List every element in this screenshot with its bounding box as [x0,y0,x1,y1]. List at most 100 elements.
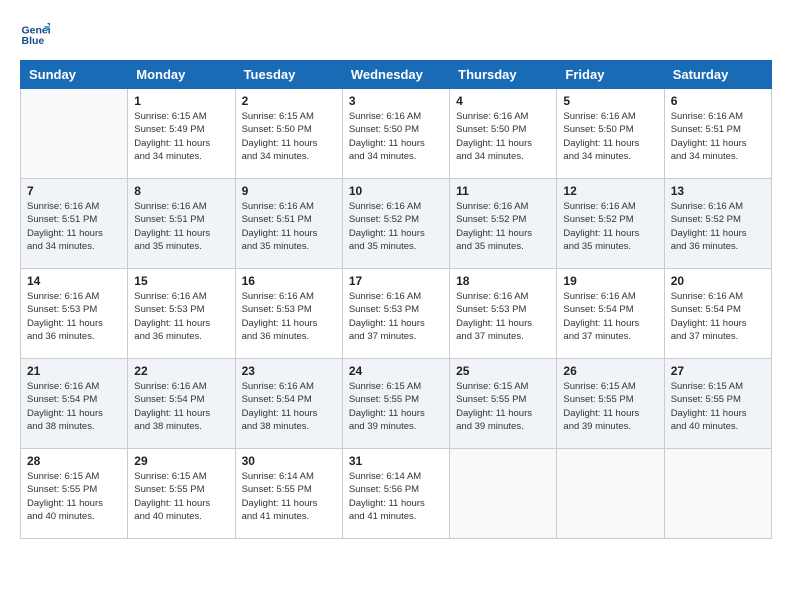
calendar-day-cell: 19Sunrise: 6:16 AM Sunset: 5:54 PM Dayli… [557,269,664,359]
calendar-day-cell: 14Sunrise: 6:16 AM Sunset: 5:53 PM Dayli… [21,269,128,359]
calendar-week-row: 7 Sunrise: 6:16 AM Sunset: 5:51 PM Daylig… [21,179,772,269]
day-number: 25 [456,364,550,378]
day-info: Sunrise: 6:16 AM Sunset: 5:54 PM Dayligh… [671,290,765,343]
day-number: 24 [349,364,443,378]
day-number: 14 [27,274,121,288]
day-info: Sunrise: 6:16 AM Sunset: 5:52 PM Dayligh… [349,200,443,253]
day-info: Sunrise: 6:16 AM Sunset: 5:54 PM Dayligh… [27,380,121,433]
day-number: 23 [242,364,336,378]
day-of-week-header: Saturday [664,61,771,89]
page-header: General Blue [20,20,772,50]
day-number: 16 [242,274,336,288]
calendar-day-cell [450,449,557,539]
day-number: 8 [134,184,228,198]
calendar-day-cell: 8 Sunrise: 6:16 AM Sunset: 5:51 PM Daylig… [128,179,235,269]
day-info: Sunrise: 6:16 AM Sunset: 5:52 PM Dayligh… [456,200,550,253]
day-info: Sunrise: 6:16 AM Sunset: 5:51 PM Dayligh… [242,200,336,253]
calendar-day-cell: 16Sunrise: 6:16 AM Sunset: 5:53 PM Dayli… [235,269,342,359]
calendar-day-cell: 3 Sunrise: 6:16 AM Sunset: 5:50 PM Daylig… [342,89,449,179]
calendar-day-cell: 20 Sunrise: 6:16 AM Sunset: 5:54 PM Dayli… [664,269,771,359]
day-number: 10 [349,184,443,198]
calendar-day-cell: 28 Sunrise: 6:15 AM Sunset: 5:55 PM Dayli… [21,449,128,539]
day-info: Sunrise: 6:16 AM Sunset: 5:51 PM Dayligh… [134,200,228,253]
day-info: Sunrise: 6:16 AM Sunset: 5:50 PM Dayligh… [563,110,657,163]
day-number: 4 [456,94,550,108]
calendar-day-cell [21,89,128,179]
calendar-day-cell: 13 Sunrise: 6:16 AM Sunset: 5:52 PM Dayli… [664,179,771,269]
day-number: 15 [134,274,228,288]
day-of-week-header: Sunday [21,61,128,89]
day-number: 6 [671,94,765,108]
day-number: 31 [349,454,443,468]
day-number: 26 [563,364,657,378]
day-number: 29 [134,454,228,468]
logo: General Blue [20,20,54,50]
calendar-day-cell: 6 Sunrise: 6:16 AM Sunset: 5:51 PM Daylig… [664,89,771,179]
calendar-day-cell: 24 Sunrise: 6:15 AM Sunset: 5:55 PM Dayli… [342,359,449,449]
day-info: Sunrise: 6:14 AM Sunset: 5:56 PM Dayligh… [349,470,443,523]
day-number: 22 [134,364,228,378]
day-of-week-header: Monday [128,61,235,89]
calendar-day-cell: 22 Sunrise: 6:16 AM Sunset: 5:54 PM Dayli… [128,359,235,449]
calendar-day-cell: 5Sunrise: 6:16 AM Sunset: 5:50 PM Daylig… [557,89,664,179]
day-info: Sunrise: 6:16 AM Sunset: 5:52 PM Dayligh… [671,200,765,253]
calendar-day-cell: 23 Sunrise: 6:16 AM Sunset: 5:54 PM Dayli… [235,359,342,449]
day-info: Sunrise: 6:16 AM Sunset: 5:53 PM Dayligh… [456,290,550,343]
day-number: 20 [671,274,765,288]
day-info: Sunrise: 6:16 AM Sunset: 5:51 PM Dayligh… [671,110,765,163]
day-info: Sunrise: 6:14 AM Sunset: 5:55 PM Dayligh… [242,470,336,523]
day-number: 27 [671,364,765,378]
calendar-day-cell [557,449,664,539]
calendar-week-row: 21 Sunrise: 6:16 AM Sunset: 5:54 PM Dayli… [21,359,772,449]
calendar-day-cell: 26Sunrise: 6:15 AM Sunset: 5:55 PM Dayli… [557,359,664,449]
day-number: 7 [27,184,121,198]
day-info: Sunrise: 6:16 AM Sunset: 5:50 PM Dayligh… [349,110,443,163]
day-number: 11 [456,184,550,198]
calendar-day-cell: 11 Sunrise: 6:16 AM Sunset: 5:52 PM Dayli… [450,179,557,269]
calendar-day-cell: 12Sunrise: 6:16 AM Sunset: 5:52 PM Dayli… [557,179,664,269]
day-of-week-header: Friday [557,61,664,89]
day-info: Sunrise: 6:15 AM Sunset: 5:50 PM Dayligh… [242,110,336,163]
day-of-week-header: Thursday [450,61,557,89]
day-info: Sunrise: 6:16 AM Sunset: 5:54 PM Dayligh… [242,380,336,433]
calendar-day-cell: 4 Sunrise: 6:16 AM Sunset: 5:50 PM Daylig… [450,89,557,179]
calendar-table: SundayMondayTuesdayWednesdayThursdayFrid… [20,60,772,539]
svg-text:Blue: Blue [22,35,45,47]
day-info: Sunrise: 6:16 AM Sunset: 5:54 PM Dayligh… [134,380,228,433]
day-number: 19 [563,274,657,288]
calendar-week-row: 14 Sunrise: 6:16 AM Sunset: 5:53 PM Dayli… [21,269,772,359]
day-number: 3 [349,94,443,108]
calendar-day-cell [664,449,771,539]
day-number: 1 [134,94,228,108]
day-number: 18 [456,274,550,288]
calendar-day-cell: 9 Sunrise: 6:16 AM Sunset: 5:51 PM Daylig… [235,179,342,269]
day-number: 9 [242,184,336,198]
day-info: Sunrise: 6:15 AM Sunset: 5:49 PM Dayligh… [134,110,228,163]
calendar-header-row: SundayMondayTuesdayWednesdayThursdayFrid… [21,61,772,89]
day-info: Sunrise: 6:15 AM Sunset: 5:55 PM Dayligh… [27,470,121,523]
calendar-day-cell: 25 Sunrise: 6:15 AM Sunset: 5:55 PM Dayli… [450,359,557,449]
calendar-week-row: 28 Sunrise: 6:15 AM Sunset: 5:55 PM Dayli… [21,449,772,539]
day-info: Sunrise: 6:15 AM Sunset: 5:55 PM Dayligh… [349,380,443,433]
calendar-day-cell: 27Sunrise: 6:15 AM Sunset: 5:55 PM Dayli… [664,359,771,449]
day-info: Sunrise: 6:16 AM Sunset: 5:50 PM Dayligh… [456,110,550,163]
day-number: 21 [27,364,121,378]
calendar-day-cell: 1 Sunrise: 6:15 AM Sunset: 5:49 PM Daylig… [128,89,235,179]
day-of-week-header: Wednesday [342,61,449,89]
day-info: Sunrise: 6:15 AM Sunset: 5:55 PM Dayligh… [134,470,228,523]
day-info: Sunrise: 6:16 AM Sunset: 5:52 PM Dayligh… [563,200,657,253]
calendar-day-cell: 30Sunrise: 6:14 AM Sunset: 5:55 PM Dayli… [235,449,342,539]
calendar-day-cell: 15 Sunrise: 6:16 AM Sunset: 5:53 PM Dayli… [128,269,235,359]
calendar-day-cell: 31 Sunrise: 6:14 AM Sunset: 5:56 PM Dayli… [342,449,449,539]
calendar-day-cell: 18 Sunrise: 6:16 AM Sunset: 5:53 PM Dayli… [450,269,557,359]
day-info: Sunrise: 6:16 AM Sunset: 5:51 PM Dayligh… [27,200,121,253]
calendar-week-row: 1 Sunrise: 6:15 AM Sunset: 5:49 PM Daylig… [21,89,772,179]
day-info: Sunrise: 6:16 AM Sunset: 5:53 PM Dayligh… [349,290,443,343]
day-info: Sunrise: 6:16 AM Sunset: 5:53 PM Dayligh… [134,290,228,343]
logo-icon: General Blue [20,20,50,50]
day-info: Sunrise: 6:15 AM Sunset: 5:55 PM Dayligh… [456,380,550,433]
calendar-day-cell: 7 Sunrise: 6:16 AM Sunset: 5:51 PM Daylig… [21,179,128,269]
day-number: 28 [27,454,121,468]
calendar-day-cell: 2Sunrise: 6:15 AM Sunset: 5:50 PM Daylig… [235,89,342,179]
day-number: 13 [671,184,765,198]
